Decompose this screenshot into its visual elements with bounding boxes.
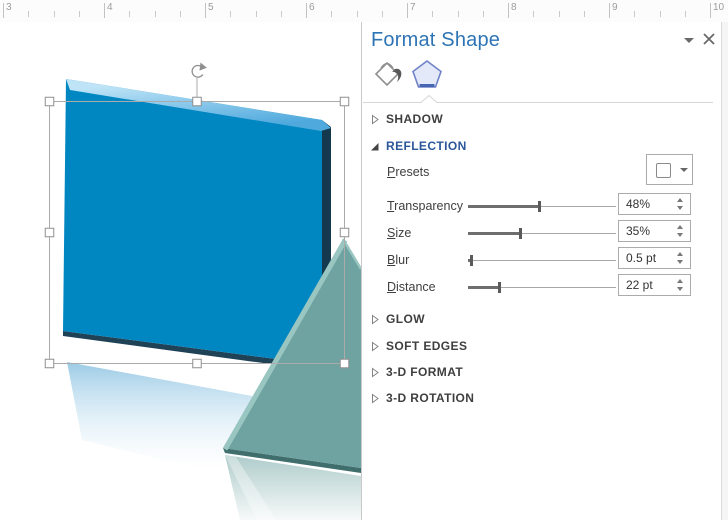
spin-down-icon[interactable] (677, 260, 683, 264)
collapsed-triangle-icon (372, 393, 379, 404)
pentagon-effects-icon (412, 60, 442, 88)
slider-thumb[interactable] (538, 201, 542, 212)
collapsed-triangle-icon (372, 114, 379, 125)
distance-label: Distance (387, 280, 436, 294)
blur-label: Blur (387, 253, 410, 267)
tab-fill-line[interactable] (371, 58, 405, 92)
collapsed-triangle-icon (372, 314, 379, 325)
rotation-handle[interactable] (191, 62, 207, 78)
collapsed-triangle-icon (372, 341, 379, 352)
spin-down-icon[interactable] (677, 287, 683, 291)
application-window: 3 4 5 6 7 8 9 10 Format Shape SHADOW REF… (0, 0, 728, 520)
presets-label: Presets (387, 165, 430, 179)
size-slider[interactable] (468, 227, 616, 241)
canvas-graphics (44, 62, 363, 520)
pane-close-icon[interactable] (702, 32, 716, 46)
distance-slider[interactable] (468, 281, 616, 295)
size-spinbox[interactable]: 35% (618, 220, 691, 242)
blur-spinbox[interactable]: 0.5 pt (618, 247, 691, 269)
caret-down-icon (680, 168, 688, 172)
distance-row: Distance 22 pt (362, 274, 722, 299)
slider-thumb[interactable] (518, 228, 522, 239)
spin-up-icon[interactable] (677, 252, 683, 256)
paint-bucket-icon (374, 61, 402, 87)
spin-down-icon[interactable] (677, 233, 683, 237)
selection-handle-mid-right[interactable] (339, 227, 350, 238)
pane-title: Format Shape (371, 29, 501, 51)
selection-handle-bottom-mid[interactable] (192, 358, 202, 369)
selection-handle-mid-left[interactable] (44, 227, 55, 238)
spin-up-icon[interactable] (677, 279, 683, 283)
pane-options-caret-down-icon[interactable] (684, 38, 694, 43)
format-shape-pane: Format Shape SHADOW REFLECTION Presets T… (361, 22, 721, 520)
reflection-preset-icon (656, 163, 671, 178)
slide-canvas[interactable] (0, 22, 363, 520)
slider-thumb[interactable] (498, 282, 502, 293)
transparency-slider[interactable] (468, 200, 616, 214)
pane-scrollbar-gutter[interactable] (721, 22, 728, 520)
blue-shape[interactable] (63, 79, 331, 371)
selection-handle-top-right[interactable] (339, 96, 350, 107)
tab-effects[interactable] (410, 58, 444, 92)
selection-handle-bottom-right[interactable] (339, 358, 350, 369)
spin-down-icon[interactable] (677, 206, 683, 210)
spin-up-icon[interactable] (677, 198, 683, 202)
slider-thumb[interactable] (469, 255, 473, 266)
blur-slider[interactable] (468, 254, 616, 268)
transparency-label: Transparency (387, 199, 463, 213)
size-row: Size 35% (362, 220, 722, 245)
presets-row: Presets (362, 154, 722, 185)
blur-row: Blur 0.5 pt (362, 247, 722, 272)
distance-spinbox[interactable]: 22 pt (618, 274, 691, 296)
selection-handle-top-mid[interactable] (192, 96, 202, 107)
spin-up-icon[interactable] (677, 225, 683, 229)
expanded-triangle-icon (371, 143, 379, 151)
selection-handle-top-left[interactable] (44, 96, 55, 107)
collapsed-triangle-icon (372, 367, 379, 378)
presets-dropdown-button[interactable] (646, 154, 693, 185)
size-label: Size (387, 226, 412, 240)
transparency-row: Transparency 48% (362, 193, 722, 218)
ruler: 3 4 5 6 7 8 9 10 (0, 0, 728, 23)
transparency-spinbox[interactable]: 48% (618, 193, 691, 215)
selection-handle-bottom-left[interactable] (44, 358, 55, 369)
tabs-divider (363, 95, 713, 103)
